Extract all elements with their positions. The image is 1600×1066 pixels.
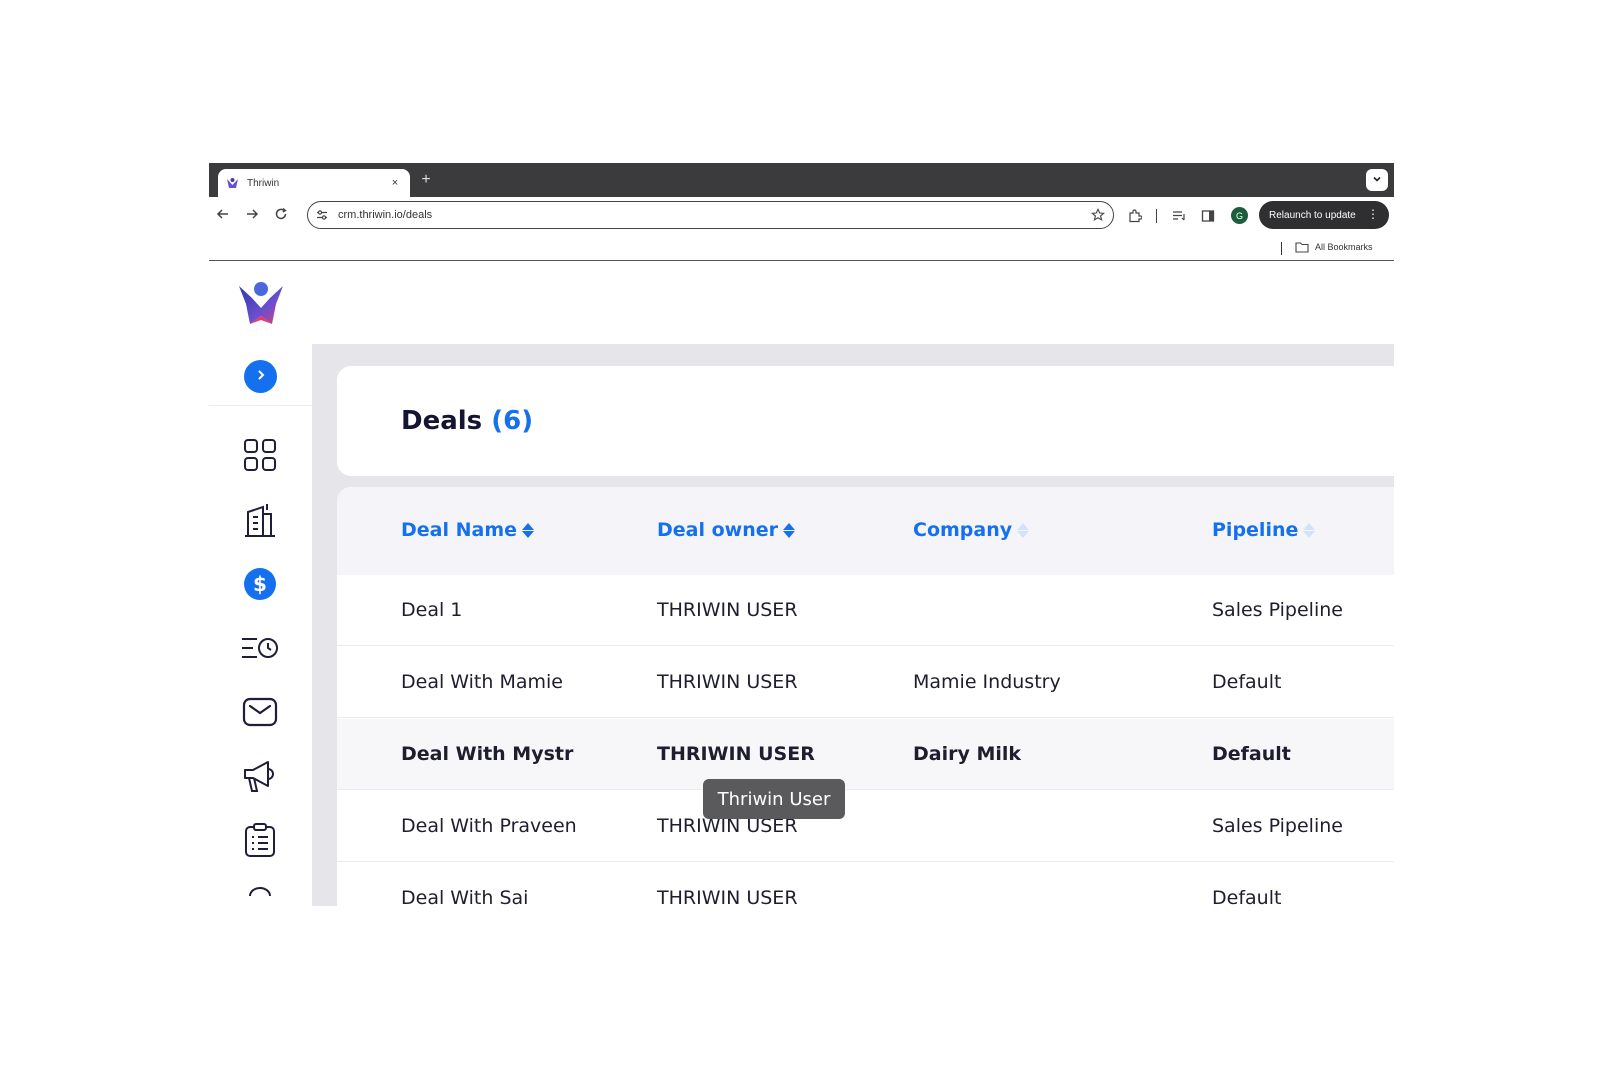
table-row[interactable]: Deal 1 THRIWIN USER Sales Pipeline bbox=[337, 575, 1394, 646]
dashboard-icon bbox=[243, 438, 277, 477]
sidebar-item-campaigns[interactable] bbox=[241, 759, 279, 797]
bookmarks-bar: All Bookmarks bbox=[209, 235, 1394, 261]
browser-toolbar: crm.thriwin.io/deals G Relaunch to updat… bbox=[209, 197, 1394, 235]
relaunch-button[interactable]: Relaunch to update ⋮ bbox=[1259, 201, 1389, 229]
reload-icon bbox=[274, 207, 288, 226]
thriwin-logo[interactable] bbox=[236, 280, 286, 328]
list-clock-icon bbox=[241, 635, 279, 666]
table-row[interactable]: Deal With Sai THRIWIN USER Default bbox=[337, 863, 1394, 906]
browser-tab[interactable]: Thriwin × bbox=[218, 169, 410, 197]
column-header-deal-name[interactable]: Deal Name bbox=[401, 519, 535, 541]
cell-pipeline: Default bbox=[1212, 671, 1282, 693]
cell-deal-name: Deal With Mystr bbox=[401, 743, 574, 765]
reload-button[interactable] bbox=[271, 206, 291, 226]
relaunch-label: Relaunch to update bbox=[1269, 209, 1356, 221]
address-bar[interactable]: crm.thriwin.io/deals bbox=[307, 201, 1114, 229]
table-header: Deal Name Deal owner Company Pipeline bbox=[337, 487, 1394, 575]
sidebar-item-more[interactable] bbox=[241, 886, 279, 906]
arrow-right-icon bbox=[245, 207, 259, 226]
bookmark-star-icon[interactable] bbox=[1091, 208, 1105, 222]
sidebar-divider bbox=[209, 405, 312, 406]
chevron-down-icon bbox=[1372, 171, 1382, 189]
tab-close-icon[interactable]: × bbox=[388, 177, 402, 189]
extensions-icon[interactable] bbox=[1127, 208, 1143, 224]
toolbar-divider bbox=[1156, 209, 1157, 223]
page-header: Deals (6) bbox=[337, 366, 1394, 476]
cell-pipeline: Sales Pipeline bbox=[1212, 815, 1343, 837]
more-menu-icon[interactable]: ⋮ bbox=[1367, 207, 1379, 221]
sort-icon[interactable] bbox=[1017, 522, 1030, 538]
column-label: Pipeline bbox=[1212, 519, 1299, 541]
deals-count: (6) bbox=[491, 406, 534, 436]
cell-deal-owner: THRIWIN USER bbox=[657, 743, 815, 765]
all-bookmarks-label: All Bookmarks bbox=[1315, 242, 1373, 252]
new-tab-button[interactable]: + bbox=[417, 171, 435, 189]
tab-strip: Thriwin × + bbox=[209, 163, 1394, 197]
partial-icon bbox=[245, 886, 275, 906]
back-button[interactable] bbox=[213, 206, 233, 226]
owner-tooltip: Thriwin User bbox=[703, 779, 845, 819]
cell-deal-name: Deal With Praveen bbox=[401, 815, 577, 837]
cell-deal-owner: THRIWIN USER bbox=[657, 671, 798, 693]
sidebar-item-dashboard[interactable] bbox=[241, 438, 279, 476]
page-title: Deals (6) bbox=[401, 406, 533, 436]
sort-icon[interactable] bbox=[783, 522, 795, 538]
bookmarks-divider bbox=[1281, 242, 1282, 255]
column-header-company[interactable]: Company bbox=[913, 519, 1030, 541]
dollar-icon: $ bbox=[243, 567, 277, 606]
megaphone-icon bbox=[242, 759, 278, 798]
sidebar-item-activities[interactable] bbox=[241, 631, 279, 669]
cell-pipeline: Default bbox=[1212, 887, 1282, 906]
sidebar-item-mail[interactable] bbox=[241, 695, 279, 733]
url-text: crm.thriwin.io/deals bbox=[338, 209, 433, 221]
tab-search-button[interactable] bbox=[1366, 169, 1388, 191]
side-panel-icon[interactable] bbox=[1200, 208, 1216, 224]
cell-pipeline: Sales Pipeline bbox=[1212, 599, 1343, 621]
sidebar-item-tasks[interactable] bbox=[241, 822, 279, 863]
folder-icon bbox=[1295, 241, 1309, 253]
sidebar-item-deals[interactable]: $ bbox=[241, 567, 279, 605]
cell-deal-owner: THRIWIN USER bbox=[657, 887, 798, 906]
svg-text:$: $ bbox=[253, 572, 267, 596]
cell-deal-owner: THRIWIN USER bbox=[657, 599, 798, 621]
cell-pipeline: Default bbox=[1212, 743, 1291, 765]
mail-icon bbox=[242, 697, 278, 732]
forward-button[interactable] bbox=[242, 206, 262, 226]
sidebar-expand-button[interactable] bbox=[244, 360, 277, 393]
site-settings-icon[interactable] bbox=[316, 208, 330, 222]
table-row[interactable]: Deal With Mamie THRIWIN USER Mamie Indus… bbox=[337, 647, 1394, 718]
sort-icon[interactable] bbox=[522, 522, 535, 538]
table-row[interactable]: Deal With Mystr THRIWIN USER Dairy Milk … bbox=[337, 719, 1394, 790]
arrow-left-icon bbox=[216, 207, 230, 226]
cell-deal-name: Deal With Sai bbox=[401, 887, 529, 906]
cell-company: Dairy Milk bbox=[913, 743, 1022, 765]
reading-list-icon[interactable] bbox=[1171, 208, 1187, 224]
page-title-text: Deals bbox=[401, 406, 483, 436]
cell-deal-name: Deal With Mamie bbox=[401, 671, 563, 693]
thriwin-favicon-icon bbox=[226, 177, 239, 190]
tab-title: Thriwin bbox=[247, 177, 280, 189]
sort-icon[interactable] bbox=[1303, 522, 1316, 538]
sidebar-item-companies[interactable] bbox=[241, 503, 279, 541]
clipboard-list-icon bbox=[244, 822, 276, 863]
column-header-pipeline[interactable]: Pipeline bbox=[1212, 519, 1316, 541]
profile-avatar[interactable]: G bbox=[1231, 207, 1248, 224]
column-header-deal-owner[interactable]: Deal owner bbox=[657, 519, 795, 541]
column-label: Company bbox=[913, 519, 1013, 541]
chevron-right-icon bbox=[255, 368, 267, 386]
all-bookmarks-button[interactable]: All Bookmarks bbox=[1295, 241, 1373, 253]
deals-table: Deal Name Deal owner Company Pipeline De bbox=[337, 487, 1394, 906]
building-icon bbox=[243, 502, 277, 543]
cell-deal-name: Deal 1 bbox=[401, 599, 463, 621]
table-row[interactable]: Deal With Praveen THRIWIN USER Sales Pip… bbox=[337, 791, 1394, 862]
column-label: Deal owner bbox=[657, 519, 778, 541]
column-label: Deal Name bbox=[401, 519, 518, 541]
cell-company: Mamie Industry bbox=[913, 671, 1061, 693]
